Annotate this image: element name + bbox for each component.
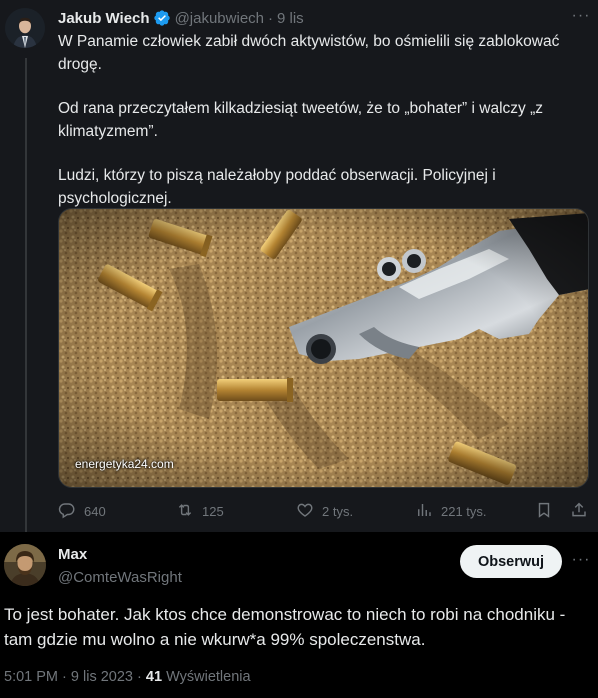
reply-text: To jest bohater. Jak ktos chce demonstro… [4,605,566,649]
views-count: 41 [145,669,163,685]
reply-author-name[interactable]: Max [58,546,87,563]
more-options-icon[interactable]: ··· [570,8,592,28]
views-label: Wyświetlenia [166,669,251,685]
retweet-icon [176,501,202,522]
reply-date[interactable]: 9 lis 2023 [71,669,133,685]
share-button[interactable] [570,500,596,522]
separator-dot: · [62,669,67,685]
bookmark-button[interactable] [535,500,561,522]
tweet-actions: 640 125 2 tys. 221 tys. [58,500,590,522]
like-icon [296,501,322,522]
views-count: 221 tys. [441,503,487,519]
quoted-tweet[interactable]: Jakub Wiech @jakubwiech · 9 lis ··· W Pa… [0,0,598,532]
tweet-header: Jakub Wiech @jakubwiech · 9 lis [58,8,304,28]
views-icon [415,501,441,522]
reply-button[interactable]: 640 [58,500,106,522]
tweet-paragraph: Ludzi, którzy to piszą należałoby poddać… [58,167,496,207]
retweet-button[interactable]: 125 [176,500,224,522]
bookmark-icon [535,501,561,522]
author-name[interactable]: Jakub Wiech [58,10,150,27]
thread-connector-line [25,58,27,532]
tweet-metadata: 5:01 PM · 9 lis 2023 · 41 Wyświetlenia [4,669,251,685]
tweet-paragraph: W Panamie człowiek zabił dwóch aktywistó… [58,33,560,73]
author-handle[interactable]: @jakubwiech [175,10,264,27]
follow-button[interactable]: Obserwuj [460,545,562,578]
image-watermark: energetyka24.com [75,457,174,471]
reply-time[interactable]: 5:01 PM [4,669,58,685]
tweet-image[interactable]: energetyka24.com [58,208,589,488]
author-avatar[interactable] [5,8,45,48]
share-icon [570,501,596,522]
revolver-in-sand-photo [59,209,588,487]
like-count: 2 tys. [322,503,354,519]
separator-dot: · [137,669,142,685]
more-options-icon[interactable]: ··· [570,552,592,570]
reply-author-avatar[interactable] [4,544,46,586]
retweet-count: 125 [202,503,224,519]
tweet-text: W Panamie człowiek zabił dwóch aktywistó… [58,31,588,210]
reply-tweet[interactable]: Max @ComteWasRight Obserwuj ··· To jest … [0,532,598,698]
separator-dot: · [268,9,273,27]
reply-author-handle[interactable]: @ComteWasRight [58,569,182,586]
verified-badge-icon [153,9,171,27]
views-button[interactable]: 221 tys. [415,500,487,522]
like-button[interactable]: 2 tys. [296,500,353,522]
tweet-timestamp[interactable]: 9 lis [277,10,304,27]
reply-count: 640 [84,503,106,519]
tweet-paragraph: Od rana przeczytałem kilkadziesiąt tweet… [58,100,543,140]
reply-icon [58,501,84,522]
